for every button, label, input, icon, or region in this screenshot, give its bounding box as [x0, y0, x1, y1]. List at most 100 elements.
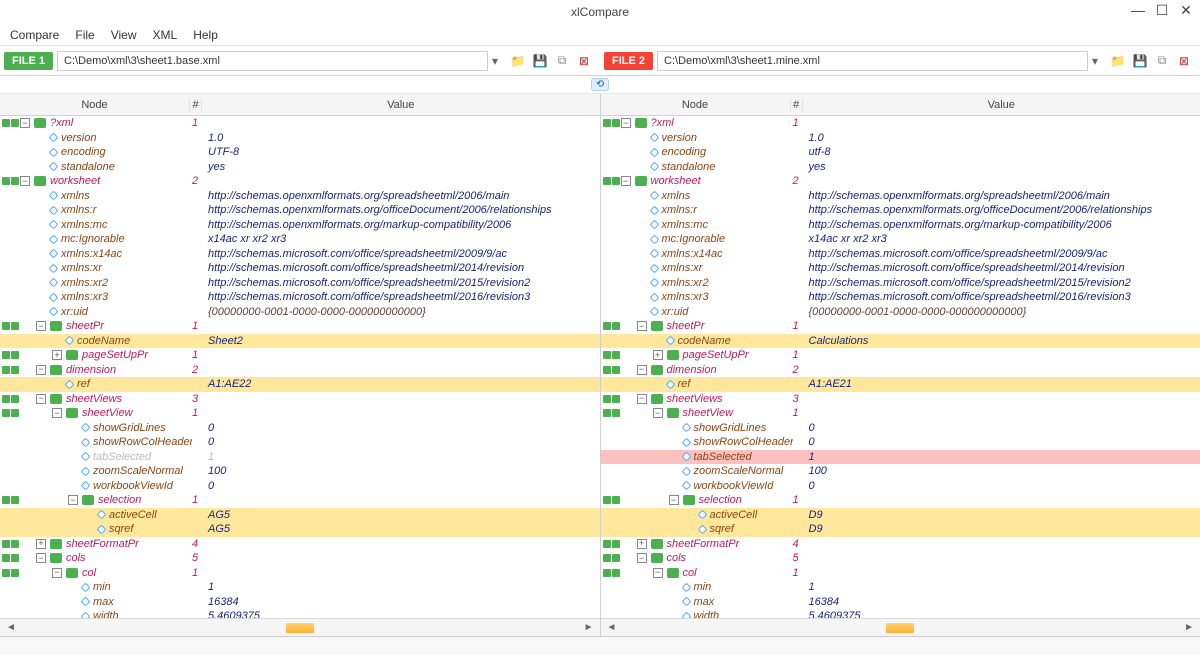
expand-icon[interactable]: + [52, 350, 62, 360]
tree-row[interactable]: xmlns:rhttp://schemas.openxmlformats.org… [601, 203, 1200, 218]
tree-row[interactable]: xmlns:xr2http://schemas.microsoft.com/of… [601, 276, 1200, 291]
scroll-right-icon[interactable]: ► [1184, 622, 1194, 633]
tree-row[interactable]: −cols5 [601, 551, 1200, 566]
tree-row[interactable]: xmlns:xr3http://schemas.microsoft.com/of… [601, 290, 1200, 305]
scroll-right-icon[interactable]: ► [584, 622, 594, 633]
tree-row[interactable]: xmlnshttp://schemas.openxmlformats.org/s… [601, 189, 1200, 204]
expand-icon[interactable]: + [637, 539, 647, 549]
tree-row[interactable]: +sheetFormatPr4 [601, 537, 1200, 552]
tree-row[interactable]: width5.4609375 [0, 609, 600, 618]
maximize-icon[interactable]: ☐ [1154, 2, 1170, 19]
col-value[interactable]: Value [202, 99, 600, 111]
tree-row[interactable]: −?xml1 [0, 116, 600, 131]
tree-row[interactable]: −dimension2 [601, 363, 1200, 378]
tree-row[interactable]: −sheetViews3 [0, 392, 600, 407]
scroll-thumb[interactable] [286, 623, 314, 633]
tree-row[interactable]: min1 [0, 580, 600, 595]
collapse-icon[interactable]: − [20, 118, 30, 128]
collapse-icon[interactable]: − [36, 365, 46, 375]
tree-row[interactable]: encodingutf-8 [601, 145, 1200, 160]
collapse-icon[interactable]: − [669, 495, 679, 505]
tree-row[interactable]: xmlns:rhttp://schemas.openxmlformats.org… [0, 203, 600, 218]
collapse-icon[interactable]: − [20, 176, 30, 186]
open-folder-icon[interactable]: 📁 [510, 53, 526, 69]
close-file-icon[interactable]: ⊠ [1176, 53, 1192, 69]
tree-row[interactable]: −selection1 [0, 493, 600, 508]
close-file-icon[interactable]: ⊠ [576, 53, 592, 69]
tree-row[interactable]: showRowColHeaders0 [601, 435, 1200, 450]
tree-row[interactable]: xmlns:xrhttp://schemas.microsoft.com/off… [0, 261, 600, 276]
tree-row[interactable]: zoomScaleNormal100 [0, 464, 600, 479]
right-tree[interactable]: −?xml1version1.0encodingutf-8standaloney… [601, 116, 1200, 618]
tree-row[interactable]: version1.0 [0, 131, 600, 146]
collapse-icon[interactable]: − [621, 176, 631, 186]
tree-row[interactable]: width5.4609375 [601, 609, 1200, 618]
collapse-icon[interactable]: − [52, 408, 62, 418]
tree-row[interactable]: tabSelected1 [601, 450, 1200, 465]
tree-row[interactable]: encodingUTF-8 [0, 145, 600, 160]
collapse-icon[interactable]: − [36, 553, 46, 563]
save-icon[interactable]: 💾 [1132, 53, 1148, 69]
tree-row[interactable]: xr:uid{00000000-0001-0000-0000-000000000… [601, 305, 1200, 320]
tree-row[interactable]: mc:Ignorablex14ac xr xr2 xr3 [601, 232, 1200, 247]
tree-row[interactable]: xmlns:mchttp://schemas.openxmlformats.or… [601, 218, 1200, 233]
tree-row[interactable]: −cols5 [0, 551, 600, 566]
close-icon[interactable]: ✕ [1178, 2, 1194, 19]
tree-row[interactable]: −worksheet2 [0, 174, 600, 189]
tree-row[interactable]: xmlns:xr2http://schemas.microsoft.com/of… [0, 276, 600, 291]
tree-row[interactable]: −sheetPr1 [601, 319, 1200, 334]
menu-file[interactable]: File [75, 28, 94, 42]
tree-row[interactable]: zoomScaleNormal100 [601, 464, 1200, 479]
tree-row[interactable]: +pageSetUpPr1 [601, 348, 1200, 363]
collapse-icon[interactable]: − [637, 365, 647, 375]
tree-row[interactable]: showGridLines0 [601, 421, 1200, 436]
tree-row[interactable]: version1.0 [601, 131, 1200, 146]
tree-row[interactable]: refA1:AE22 [0, 377, 600, 392]
left-tree[interactable]: −?xml1version1.0encodingUTF-8standaloney… [0, 116, 600, 618]
tree-row[interactable]: xmlns:mchttp://schemas.openxmlformats.or… [0, 218, 600, 233]
tree-row[interactable]: sqrefAG5 [0, 522, 600, 537]
tree-row[interactable]: mc:Ignorablex14ac xr xr2 xr3 [0, 232, 600, 247]
col-num[interactable]: # [190, 99, 202, 111]
tree-row[interactable]: refA1:AE21 [601, 377, 1200, 392]
collapse-icon[interactable]: − [68, 495, 78, 505]
tree-row[interactable]: +pageSetUpPr1 [0, 348, 600, 363]
tree-row[interactable]: −col1 [601, 566, 1200, 581]
tree-row[interactable]: xmlnshttp://schemas.openxmlformats.org/s… [0, 189, 600, 204]
tree-row[interactable]: −selection1 [601, 493, 1200, 508]
menu-xml[interactable]: XML [153, 28, 178, 42]
tree-row[interactable]: max16384 [0, 595, 600, 610]
left-hscroll[interactable]: ◄ ► [0, 618, 600, 636]
tree-row[interactable]: −sheetView1 [0, 406, 600, 421]
file1-dropdown-icon[interactable]: ▾ [488, 54, 502, 68]
expand-icon[interactable]: + [653, 350, 663, 360]
collapse-icon[interactable]: − [653, 568, 663, 578]
menu-compare[interactable]: Compare [10, 28, 59, 42]
tree-row[interactable]: standaloneyes [0, 160, 600, 175]
tree-row[interactable]: activeCellAG5 [0, 508, 600, 523]
col-num[interactable]: # [791, 99, 803, 111]
col-value[interactable]: Value [803, 99, 1200, 111]
tree-row[interactable]: −col1 [0, 566, 600, 581]
tree-row[interactable]: showRowColHeaders0 [0, 435, 600, 450]
sync-scroll-icon[interactable]: ⟲ [591, 78, 609, 91]
collapse-icon[interactable]: − [637, 321, 647, 331]
tree-row[interactable]: xmlns:xr3http://schemas.microsoft.com/of… [0, 290, 600, 305]
col-node[interactable]: Node [601, 99, 791, 111]
tree-row[interactable]: codeNameCalculations [601, 334, 1200, 349]
tree-row[interactable]: +sheetFormatPr4 [0, 537, 600, 552]
tree-row[interactable]: −worksheet2 [601, 174, 1200, 189]
menu-view[interactable]: View [111, 28, 137, 42]
tree-row[interactable]: xr:uid{00000000-0001-0000-0000-000000000… [0, 305, 600, 320]
tree-row[interactable]: −sheetPr1 [0, 319, 600, 334]
expand-icon[interactable]: + [36, 539, 46, 549]
tree-row[interactable]: tabSelected1 [0, 450, 600, 465]
tree-row[interactable]: max16384 [601, 595, 1200, 610]
tree-row[interactable]: xmlns:x14achttp://schemas.microsoft.com/… [0, 247, 600, 262]
file1-path-input[interactable] [57, 51, 488, 71]
tree-row[interactable]: −sheetViews3 [601, 392, 1200, 407]
tree-row[interactable]: showGridLines0 [0, 421, 600, 436]
save-icon[interactable]: 💾 [532, 53, 548, 69]
file2-dropdown-icon[interactable]: ▾ [1088, 54, 1102, 68]
tree-row[interactable]: workbookViewId0 [601, 479, 1200, 494]
